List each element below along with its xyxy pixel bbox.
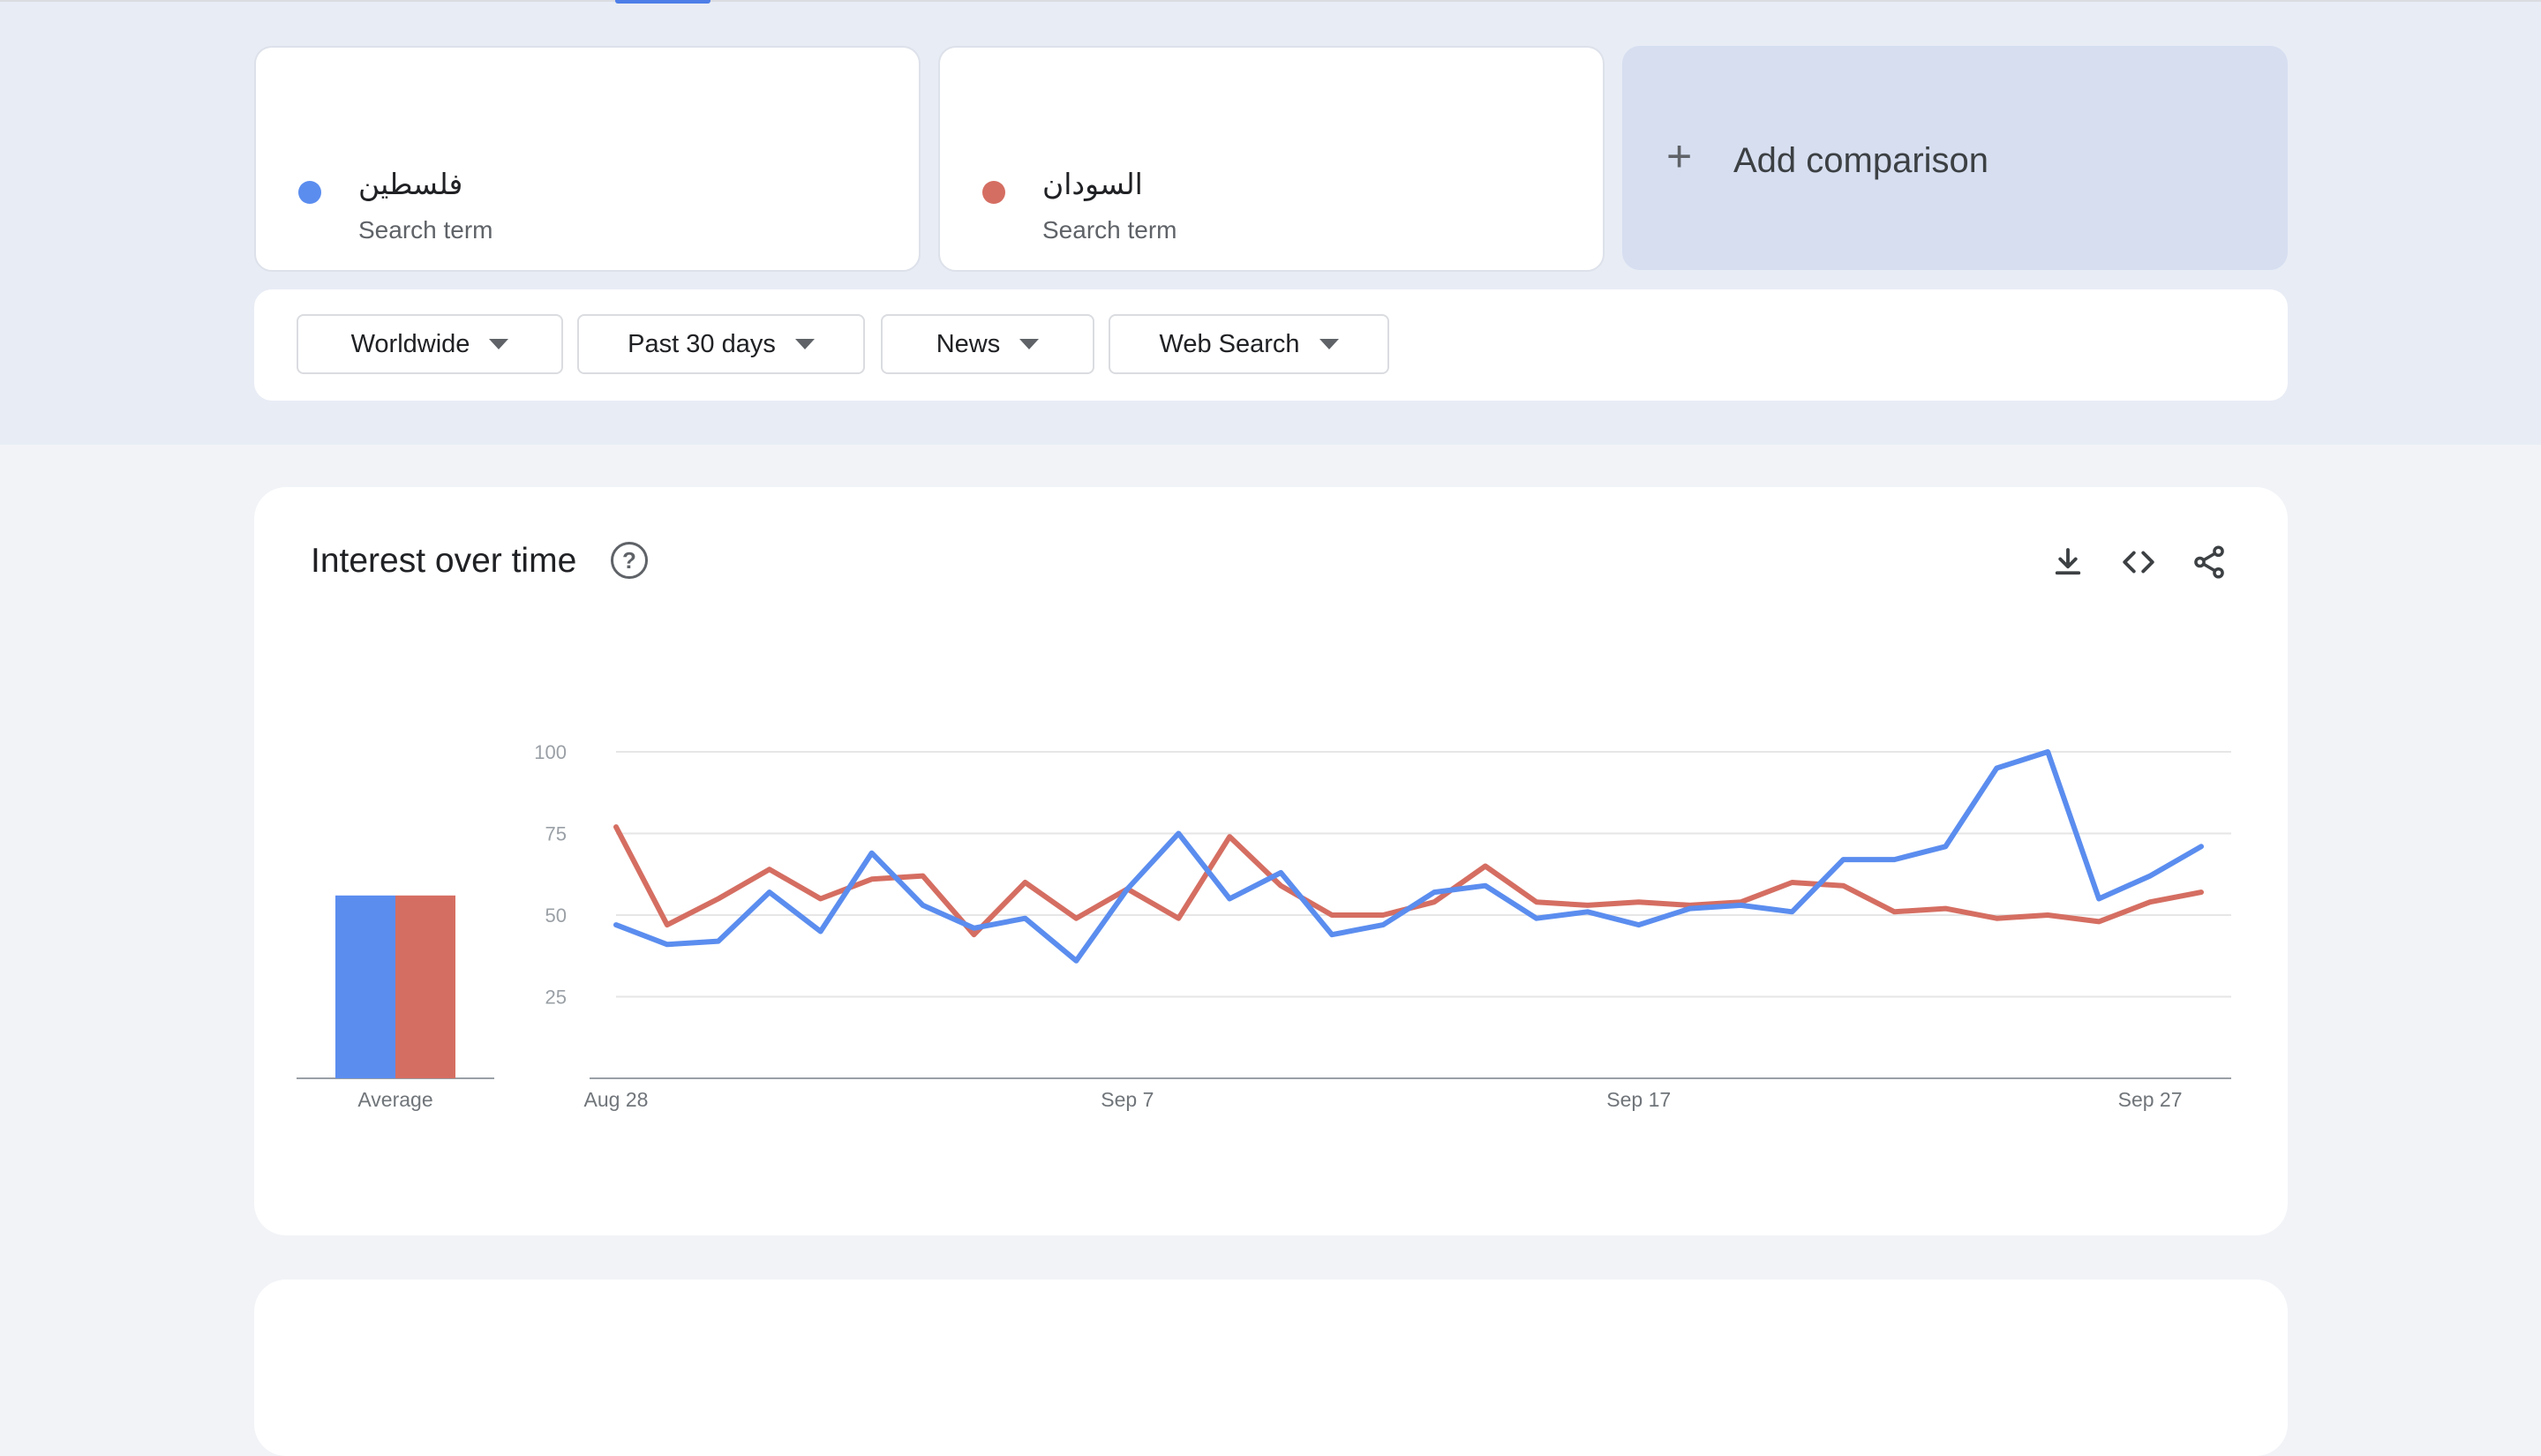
comparison-card-term-2[interactable]: السودان Search term — [938, 46, 1605, 272]
add-comparison-label: Add comparison — [1733, 141, 1989, 180]
caret-down-icon — [794, 339, 815, 349]
term-2-type: Search term — [1042, 216, 1177, 244]
location-filter-dropdown[interactable]: Worldwide — [297, 314, 563, 374]
search-type-filter-label: Web Search — [1159, 329, 1300, 358]
active-tab-indicator — [615, 0, 710, 4]
next-panel — [254, 1280, 2288, 1456]
average-bar — [335, 895, 395, 1078]
y-tick-label: 25 — [545, 987, 567, 1009]
average-label: Average — [357, 1088, 432, 1111]
y-tick-label: 100 — [534, 741, 567, 763]
term-2-color-dot — [982, 181, 1005, 204]
caret-down-icon — [1019, 339, 1040, 349]
y-tick-label: 75 — [545, 823, 567, 845]
filter-bar: Worldwide Past 30 days News Web Search — [254, 289, 2288, 401]
caret-down-icon — [489, 339, 509, 349]
term-1-type: Search term — [358, 216, 493, 244]
time-range-filter-label: Past 30 days — [628, 329, 776, 358]
x-tick-label: Sep 27 — [2118, 1088, 2183, 1111]
x-tick-label: Sep 7 — [1101, 1088, 1154, 1111]
y-tick-label: 50 — [545, 904, 567, 927]
category-filter-dropdown[interactable]: News — [881, 314, 1094, 374]
term-1-color-dot — [298, 181, 321, 204]
series-line — [613, 749, 2204, 964]
category-filter-label: News — [936, 329, 1001, 358]
comparison-card-term-1[interactable]: فلسطين Search term — [254, 46, 921, 272]
interest-chart: 25 50 75 100 Aug 28 Sep 7 Sep 17 Sep 27 Average — [297, 741, 2231, 1111]
term-2-label: السودان — [1042, 167, 1143, 201]
average-bar — [395, 895, 455, 1078]
x-tick-label: Aug 28 — [584, 1088, 649, 1111]
time-range-filter-dropdown[interactable]: Past 30 days — [577, 314, 865, 374]
plus-icon: + — [1666, 131, 1693, 181]
add-comparison-button[interactable]: + Add comparison — [1622, 46, 2288, 270]
term-1-label: فلسطين — [358, 167, 463, 201]
x-tick-label: Sep 17 — [1606, 1088, 1671, 1111]
interest-over-time-panel: Interest over time ? 25 50 75 100 Aug 28 Sep … — [254, 487, 2288, 1235]
search-type-filter-dropdown[interactable]: Web Search — [1109, 314, 1389, 374]
caret-down-icon — [1319, 339, 1339, 349]
location-filter-label: Worldwide — [350, 329, 470, 358]
